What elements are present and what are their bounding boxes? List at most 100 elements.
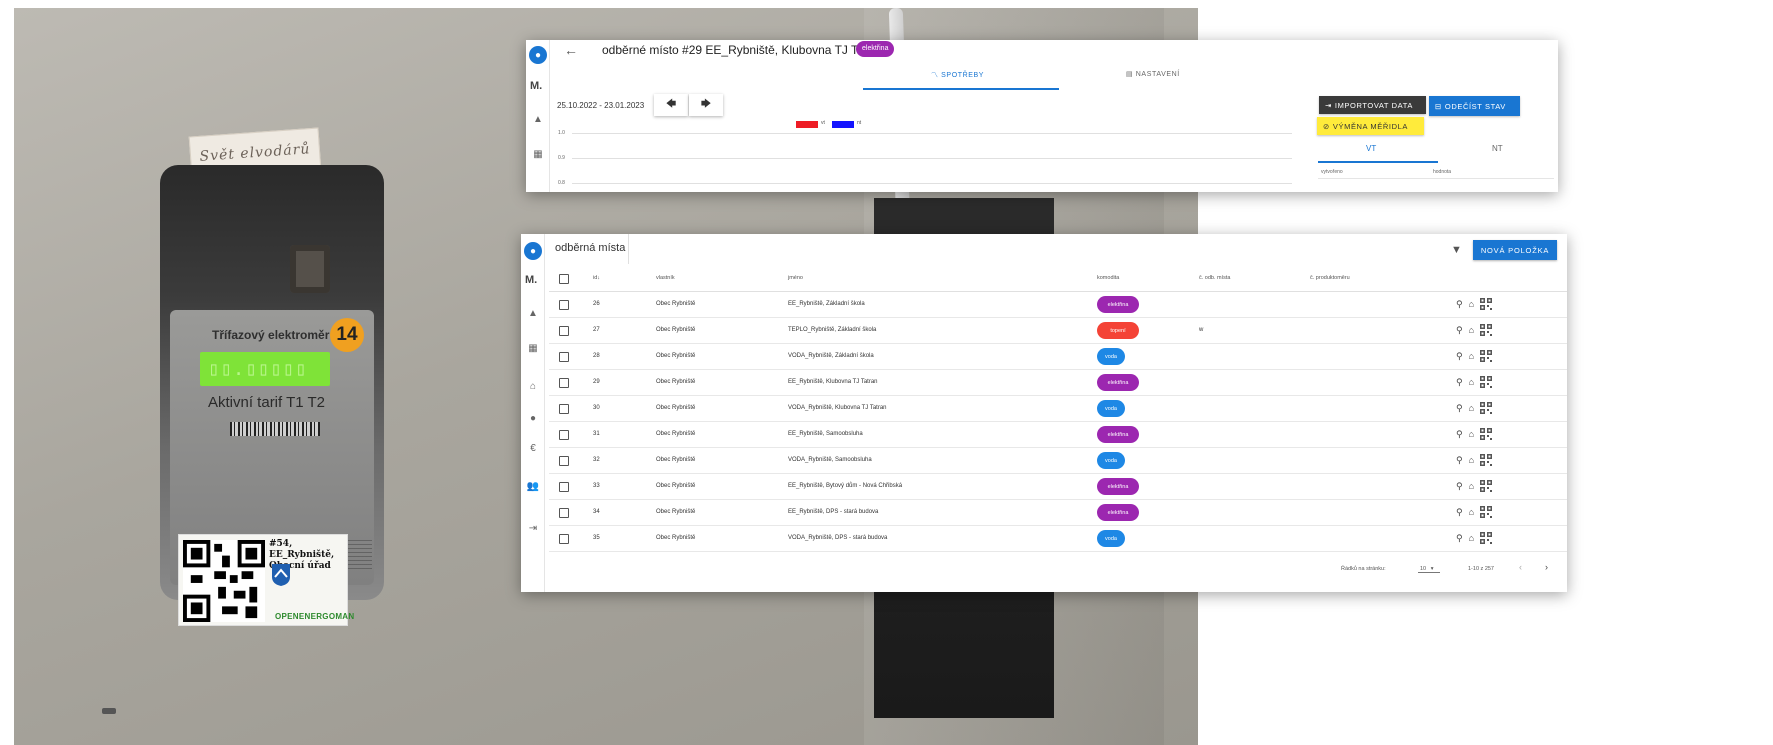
bell-icon[interactable]: ▲ [527,307,539,319]
logout-icon[interactable]: ⇥ [527,522,539,534]
help-icon[interactable]: ● [527,412,539,424]
cell-id: 31 [593,431,600,437]
commodity-chip: elektřina [1097,374,1139,391]
table-row[interactable]: 28 Obec Rybniště VODA_Rybniště, Základní š… [549,344,1567,370]
qr-sticker: #54, EE_Rybniště, Obecní úřad OPENENERGO… [178,534,354,626]
cell-id: 33 [593,483,600,489]
cell-owner: Obec Rybniště [656,431,696,437]
select-all-checkbox[interactable] [559,274,569,284]
search-icon[interactable]: ⚲ [1456,299,1463,310]
page-title: odběrná místa [555,242,626,254]
home-chart-icon[interactable]: ⌂ [1469,351,1474,361]
search-icon[interactable]: ⚲ [1456,507,1463,518]
row-checkbox[interactable] [559,404,569,414]
read-meter-button[interactable]: ⊟ ODEČÍST STAV [1429,96,1520,116]
search-icon[interactable]: ⚲ [1456,481,1463,492]
search-icon[interactable]: ⚲ [1456,351,1463,362]
column-header-meter-no[interactable]: č. produktoměru [1310,275,1350,281]
gridline [572,158,1292,159]
y-tick: 0.8 [558,180,565,186]
meter-barcode [230,422,320,436]
search-icon[interactable]: ⚲ [1456,377,1463,388]
user-icon[interactable]: ● [529,46,547,64]
prev-page-icon[interactable]: ‹ [1519,562,1522,572]
filter-icon[interactable]: ▼ [1451,244,1462,256]
table-row[interactable]: 26 Obec Rybniště EE_Rybniště, Základní ško… [549,292,1567,318]
cell-name: VODA_Rybniště, Samoobsluha [788,457,872,463]
commodity-chip: elektřina [1097,296,1139,313]
row-checkbox[interactable] [559,508,569,518]
search-icon[interactable]: ⚲ [1456,455,1463,466]
table-row[interactable]: 31 Obec Rybniště EE_Rybniště, Samoobsluha e… [549,422,1567,448]
home-chart-icon[interactable]: ⌂ [1469,507,1474,517]
column-header-owner[interactable]: vlastník [656,275,675,281]
home-chart-icon[interactable]: ⌂ [1469,299,1474,309]
side-rail: ● M. ▲ ▦ ⌂ ● € 👥 ⇥ [521,234,545,592]
search-icon[interactable]: ⚲ [1456,429,1463,440]
home-chart-icon[interactable]: ⌂ [1469,377,1474,387]
dashboard-icon[interactable]: ▦ [532,148,544,160]
column-header-id[interactable]: id↓ [593,275,600,281]
table-row[interactable]: 27 Obec Rybniště TEPLO_Rybniště, Základní … [549,318,1567,344]
subtab-vt[interactable]: VT [1366,144,1376,153]
prev-period-button[interactable]: 🡄 [654,94,688,116]
table-row[interactable]: 35 Obec Rybniště VODA_Rybniště, DPS - star… [549,526,1567,552]
row-checkbox[interactable] [559,326,569,336]
tab-nastaveni[interactable]: ▤ NASTAVENÍ [1126,70,1180,78]
row-checkbox[interactable] [559,300,569,310]
qr-code-icon[interactable] [1480,454,1493,466]
table-row[interactable]: 29 Obec Rybniště EE_Rybniště, Klubovna TJ … [549,370,1567,396]
row-checkbox[interactable] [559,352,569,362]
qr-code-icon[interactable] [1480,298,1493,310]
gridline [572,133,1292,134]
home-chart-icon[interactable]: ⌂ [1469,403,1474,413]
table-row[interactable]: 32 Obec Rybniště VODA_Rybniště, Samoobsluh… [549,448,1567,474]
qr-code-icon[interactable] [1480,532,1493,544]
home-chart-icon[interactable]: ⌂ [1469,455,1474,465]
home-chart-icon[interactable]: ⌂ [1469,429,1474,439]
table-row[interactable]: 30 Obec Rybniště VODA_Rybniště, Klubovna T… [549,396,1567,422]
row-checkbox[interactable] [559,534,569,544]
next-period-button[interactable]: 🡆 [689,94,723,116]
bell-icon[interactable]: ▲ [532,113,544,125]
legend-swatch-vt [796,121,818,128]
column-header-place-no[interactable]: č. odb. místa [1199,275,1231,281]
qr-code-icon[interactable] [1480,480,1493,492]
cell-id: 26 [593,301,600,307]
legend-label-nt: nt [857,120,862,126]
dashboard-icon[interactable]: ▦ [527,342,539,354]
home-chart-icon[interactable]: ⌂ [1469,325,1474,335]
euro-icon[interactable]: € [527,442,539,454]
back-arrow-icon[interactable]: ← [564,42,578,58]
search-icon[interactable]: ⚲ [1456,533,1463,544]
row-checkbox[interactable] [559,482,569,492]
row-checkbox[interactable] [559,456,569,466]
sticker-brand: OPENENERGOMAN [275,612,355,621]
users-icon[interactable]: 👥 [527,480,539,492]
qr-code-icon[interactable] [1480,324,1493,336]
row-checkbox[interactable] [559,430,569,440]
row-checkbox[interactable] [559,378,569,388]
search-icon[interactable]: ⚲ [1456,403,1463,414]
qr-code-icon[interactable] [1480,350,1493,362]
home-chart-icon[interactable]: ⌂ [1469,533,1474,543]
replace-meter-button[interactable]: ⊘ VÝMĚNA MĚŘIDLA [1317,117,1424,135]
table-row[interactable]: 33 Obec Rybniště EE_Rybniště, Bytový dům -… [549,474,1567,500]
home-icon[interactable]: ⌂ [527,380,539,392]
qr-code-icon[interactable] [1480,428,1493,440]
next-page-icon[interactable]: › [1545,562,1548,572]
qr-code-icon[interactable] [1480,402,1493,414]
municipal-crest-icon [272,564,290,586]
table-row[interactable]: 34 Obec Rybniště EE_Rybniště, DPS - stará … [549,500,1567,526]
qr-code-icon[interactable] [1480,376,1493,388]
import-data-button[interactable]: ⇥ IMPORTOVAT DATA [1319,96,1426,114]
column-header-commodity[interactable]: komodita [1097,275,1119,281]
qr-code-icon[interactable] [1480,506,1493,518]
search-icon[interactable]: ⚲ [1456,325,1463,336]
home-chart-icon[interactable]: ⌂ [1469,481,1474,491]
subtab-nt[interactable]: NT [1492,144,1503,153]
new-item-button[interactable]: NOVÁ POLOŽKA [1473,240,1557,260]
user-icon[interactable]: ● [524,242,542,260]
column-header-name[interactable]: jméno [788,275,803,281]
tab-spotreby[interactable]: 〽 SPOTŘEBY [931,70,984,80]
